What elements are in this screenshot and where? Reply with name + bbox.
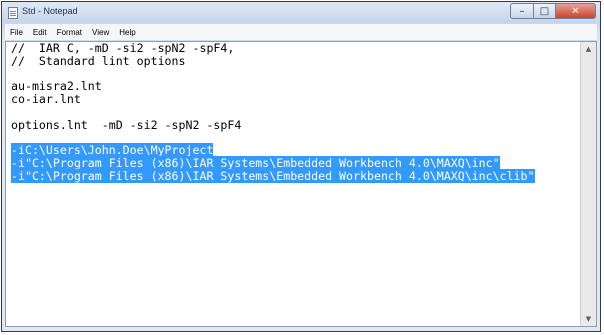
menu-format[interactable]: Format (52, 28, 87, 37)
window-title: Std - Notepad (22, 6, 78, 16)
text-line: co-iar.lnt (11, 93, 580, 106)
minimize-icon: – (519, 5, 525, 17)
window-controls: – □ ✕ (510, 3, 596, 21)
menu-view[interactable]: View (87, 28, 114, 37)
maximize-button[interactable]: □ (534, 3, 556, 19)
minimize-button[interactable]: – (510, 3, 534, 19)
menu-file[interactable]: File (5, 28, 28, 37)
line-text: options.lnt -mD -si2 -spN2 -spF4 (11, 117, 242, 132)
close-icon: ✕ (571, 5, 580, 17)
text-area[interactable]: // IAR C, -mD -si2 -spN2 -spF4,// Standa… (6, 42, 580, 326)
text-line: // Standard lint options (11, 53, 580, 68)
text-line: -i"C:\Program Files (x86)\IAR Systems\Em… (11, 168, 580, 183)
line-text: -i"C:\Program Files (x86)\IAR Systems\Em… (11, 168, 535, 183)
line-text: // Standard lint options (11, 53, 186, 68)
maximize-icon: □ (539, 5, 550, 17)
close-button[interactable]: ✕ (556, 3, 596, 19)
scroll-up-icon[interactable]: ▲ (581, 42, 596, 56)
scroll-down-icon[interactable]: ▼ (581, 312, 596, 326)
text-line: options.lnt -mD -si2 -spN2 -spF4 (11, 117, 580, 132)
editor: // IAR C, -mD -si2 -spN2 -spF4,// Standa… (5, 41, 597, 327)
line-text: co-iar.lnt (11, 92, 81, 107)
text-line: au-misra2.lnt (11, 80, 580, 93)
vertical-scrollbar[interactable]: ▲ ▼ (580, 42, 596, 326)
notepad-window: Std - Notepad – □ ✕ File Edit Format View He… (1, 1, 601, 332)
menu-help[interactable]: Help (114, 28, 140, 37)
notepad-icon (8, 7, 18, 19)
menu-bar: File Edit Format View Help (5, 24, 597, 41)
title-bar[interactable]: Std - Notepad – □ ✕ (2, 2, 600, 24)
menu-edit[interactable]: Edit (28, 28, 52, 37)
